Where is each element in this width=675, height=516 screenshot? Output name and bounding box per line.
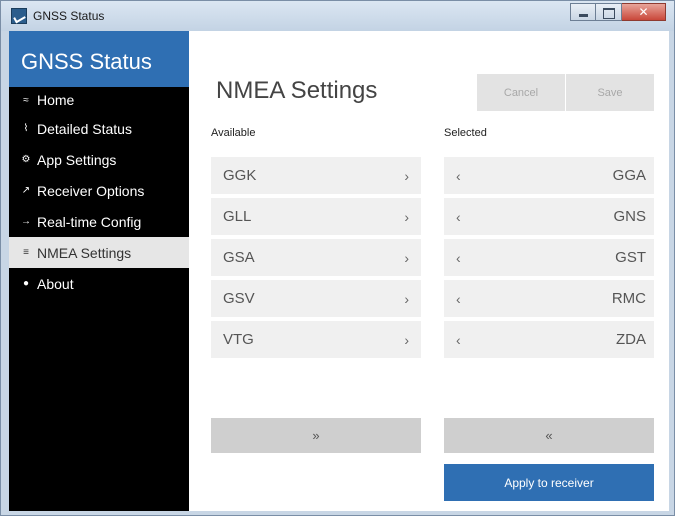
window-controls [570,3,666,23]
list-item-label: GLL [223,208,252,225]
list-item-label: ZDA [616,331,646,348]
info-icon: ● [22,278,30,289]
selected-item-gns[interactable]: ‹ GNS [444,198,654,235]
sidebar-item-nmea-settings[interactable]: ≡ NMEA Settings [9,237,189,268]
sidebar-item-label: Detailed Status [37,120,132,137]
sidebar-item-app-settings[interactable]: ⚙ App Settings [9,144,189,175]
list-item-label: VTG [223,331,254,348]
sidebar-title: GNSS Status [9,31,189,87]
list-item-label: GGK [223,167,257,184]
sidebar-item-label: Receiver Options [37,182,145,199]
double-chevron-left-icon: « [545,428,553,443]
available-item-gll[interactable]: GLL › [211,198,421,235]
sidebar-item-receiver-options[interactable]: ↗ Receiver Options [9,175,189,206]
available-item-vtg[interactable]: VTG › [211,321,421,358]
chevron-right-icon: › [404,331,409,348]
chevron-right-icon: › [404,290,409,307]
selected-item-gga[interactable]: ‹ GGA [444,157,654,194]
page-title: NMEA Settings [216,77,378,104]
list-item-label: GGA [612,167,646,184]
apply-to-receiver-button[interactable]: Apply to receiver [444,464,654,501]
list-item-label: RMC [611,290,646,307]
sidebar-item-real-time-config[interactable]: → Real-time Config [9,206,189,237]
chevron-left-icon: ‹ [456,290,461,307]
list-item-label: GST [615,249,646,266]
signal-icon: → [21,216,31,227]
chevron-left-icon: ‹ [456,331,461,348]
list-item-label: GSV [223,290,255,307]
list-item-label: GSA [223,249,255,266]
chart-icon: ⌇ [23,123,29,134]
sidebar-item-label: About [37,275,74,292]
selected-item-gst[interactable]: ‹ GST [444,239,654,276]
chevron-left-icon: ‹ [456,167,461,184]
list-icon: ≡ [23,247,29,258]
available-item-gsv[interactable]: GSV › [211,280,421,317]
selected-item-rmc[interactable]: ‹ RMC [444,280,654,317]
available-item-gsa[interactable]: GSA › [211,239,421,276]
maximize-button[interactable] [596,3,622,21]
available-label: Available [211,127,256,139]
sidebar: GNSS Status ≈ Home ⌇ Detailed Status ⚙ A… [9,31,189,511]
nav-list: ≈ Home ⌇ Detailed Status ⚙ App Settings … [9,87,189,299]
available-item-ggk[interactable]: GGK › [211,157,421,194]
sidebar-item-detailed-status[interactable]: ⌇ Detailed Status [9,113,189,144]
chevron-right-icon: › [404,249,409,266]
cancel-button[interactable]: Cancel [477,74,565,111]
app-icon [11,8,27,24]
chevron-right-icon: › [404,208,409,225]
double-chevron-right-icon: » [312,428,320,443]
chevron-left-icon: ‹ [456,249,461,266]
home-icon: ≈ [23,94,29,106]
move-all-right-button[interactable]: » [211,418,421,453]
selected-list: ‹ GGA ‹ GNS ‹ GST ‹ RMC ‹ ZDA [444,157,654,362]
minimize-button[interactable] [570,3,596,21]
title-bar[interactable]: GNSS Status [1,1,674,31]
list-item-label: GNS [613,208,646,225]
app-window: GNSS Status GNSS Status ≈ Home ⌇ Detaile… [0,0,675,516]
selected-label: Selected [444,127,487,139]
sidebar-item-label: Real-time Config [37,213,142,230]
sidebar-item-about[interactable]: ● About [9,268,189,299]
main-content: NMEA Settings Cancel Save Available Sele… [189,31,669,511]
available-list: GGK › GLL › GSA › GSV › VTG › [211,157,421,362]
close-button[interactable] [622,3,666,21]
chevron-right-icon: › [404,167,409,184]
sidebar-item-label: NMEA Settings [37,244,132,261]
sidebar-item-label: Home [37,92,75,108]
wrench-icon: ↗ [21,185,31,196]
selected-item-zda[interactable]: ‹ ZDA [444,321,654,358]
chevron-left-icon: ‹ [456,208,461,225]
move-all-left-button[interactable]: « [444,418,654,453]
sidebar-item-home[interactable]: ≈ Home [9,87,189,113]
gear-icon: ⚙ [21,154,31,165]
save-button[interactable]: Save [566,74,654,111]
sidebar-item-label: App Settings [37,151,117,168]
window-title: GNSS Status [33,9,105,23]
